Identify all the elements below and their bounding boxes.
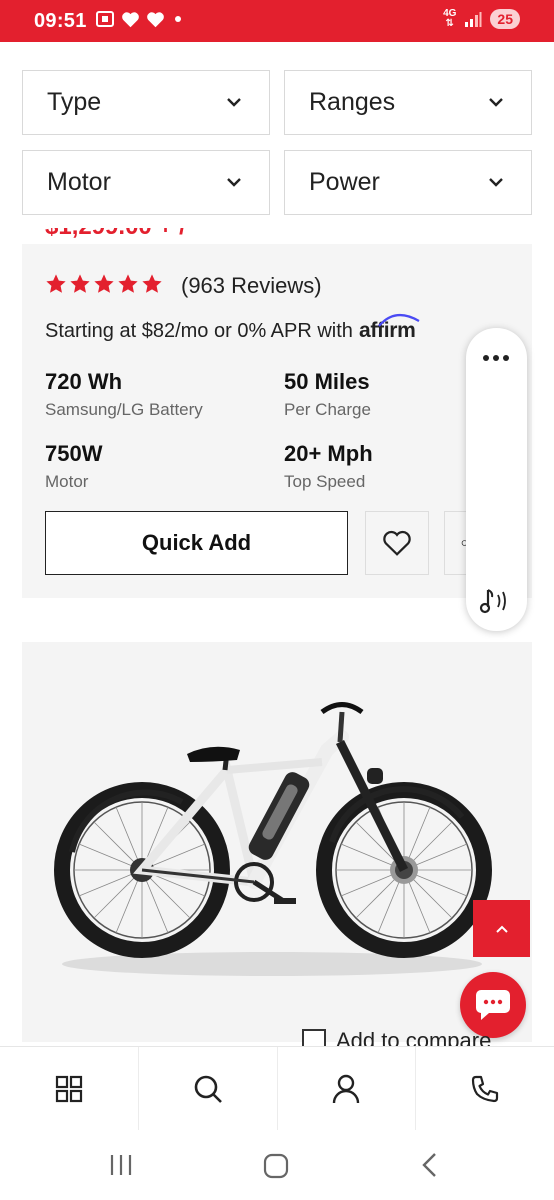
star-icon [94, 274, 114, 293]
filter-motor[interactable]: Motor [22, 150, 270, 215]
rating-stars [45, 273, 163, 295]
product-price: $1,299.00 + / [45, 228, 186, 244]
floating-panel [466, 328, 527, 631]
chevron-up-icon [495, 925, 508, 933]
recents-icon[interactable] [108, 1153, 134, 1177]
spec-battery-label: Samsung/LG Battery [45, 400, 203, 419]
screenshot-icon [96, 11, 114, 27]
grid-icon [55, 1075, 82, 1102]
ebike-image [54, 702, 492, 976]
system-navigation-bar [0, 1130, 554, 1200]
chevron-down-icon [227, 98, 241, 107]
spec-range-value: 50 Miles [284, 369, 370, 394]
star-icon [142, 274, 162, 293]
dot-icon [175, 16, 181, 22]
financing-text: Starting at $82/mo or 0% APR with [45, 320, 353, 342]
sound-icon[interactable] [479, 586, 513, 616]
heart-icon [122, 11, 139, 27]
account-icon [333, 1074, 360, 1103]
filter-type[interactable]: Type [22, 70, 270, 135]
chevron-down-icon [227, 178, 241, 187]
scroll-to-top-button[interactable] [473, 900, 530, 957]
chevron-down-icon [489, 178, 503, 187]
nav-account[interactable] [278, 1047, 417, 1130]
nav-search[interactable] [139, 1047, 278, 1130]
battery-level: 25 [490, 9, 520, 29]
product-image-card[interactable] [22, 642, 532, 1042]
heart-outline-icon [383, 530, 411, 556]
star-icon [46, 274, 66, 293]
home-icon[interactable] [263, 1153, 289, 1179]
price-text: $1,299.00 + / [45, 228, 186, 240]
filter-power[interactable]: Power [284, 150, 532, 215]
star-icon [70, 274, 90, 293]
affirm-arc-icon [378, 314, 420, 327]
financing-info: Starting at $82/mo or 0% APR with affirm [45, 314, 420, 343]
filter-ranges[interactable]: Ranges [284, 70, 532, 135]
status-bar: 09:51 4G ⇅ 25 [0, 0, 554, 42]
spec-motor-value: 750W [45, 441, 103, 466]
heart-icon [147, 11, 164, 27]
notification-icons [95, 10, 185, 28]
spec-battery-value: 720 Wh [45, 369, 123, 394]
chat-bubble-icon [476, 990, 510, 1020]
network-label: 4G [443, 8, 457, 19]
status-right: 4G ⇅ 25 [443, 9, 520, 29]
spec-range-label: Per Charge [284, 400, 371, 419]
affirm-logo[interactable]: affirm [359, 314, 420, 343]
search-icon [194, 1075, 222, 1103]
back-icon[interactable] [420, 1152, 440, 1178]
spec-motor-label: Motor [45, 472, 89, 491]
bottom-navigation [0, 1046, 554, 1130]
spec-speed-value: 20+ Mph [284, 441, 373, 466]
quick-add-button[interactable]: Quick Add [45, 511, 348, 575]
filter-label: Ranges [309, 88, 396, 116]
filter-label: Motor [47, 168, 111, 196]
star-icon [118, 274, 138, 293]
signal-icon [465, 12, 482, 27]
status-time: 09:51 [34, 10, 87, 32]
wishlist-button[interactable] [365, 511, 429, 575]
network-indicator: 4G ⇅ [443, 8, 457, 29]
compare-quick-button[interactable] [444, 511, 468, 575]
nav-call[interactable] [416, 1047, 554, 1130]
chevron-down-icon [489, 98, 503, 107]
phone-icon [472, 1075, 499, 1102]
more-icon[interactable] [482, 354, 510, 362]
filter-label: Power [309, 168, 380, 196]
reviews-count[interactable]: (963 Reviews) [181, 273, 322, 299]
spec-speed-label: Top Speed [284, 472, 366, 491]
nav-menu[interactable] [0, 1047, 139, 1130]
filter-label: Type [47, 88, 102, 116]
